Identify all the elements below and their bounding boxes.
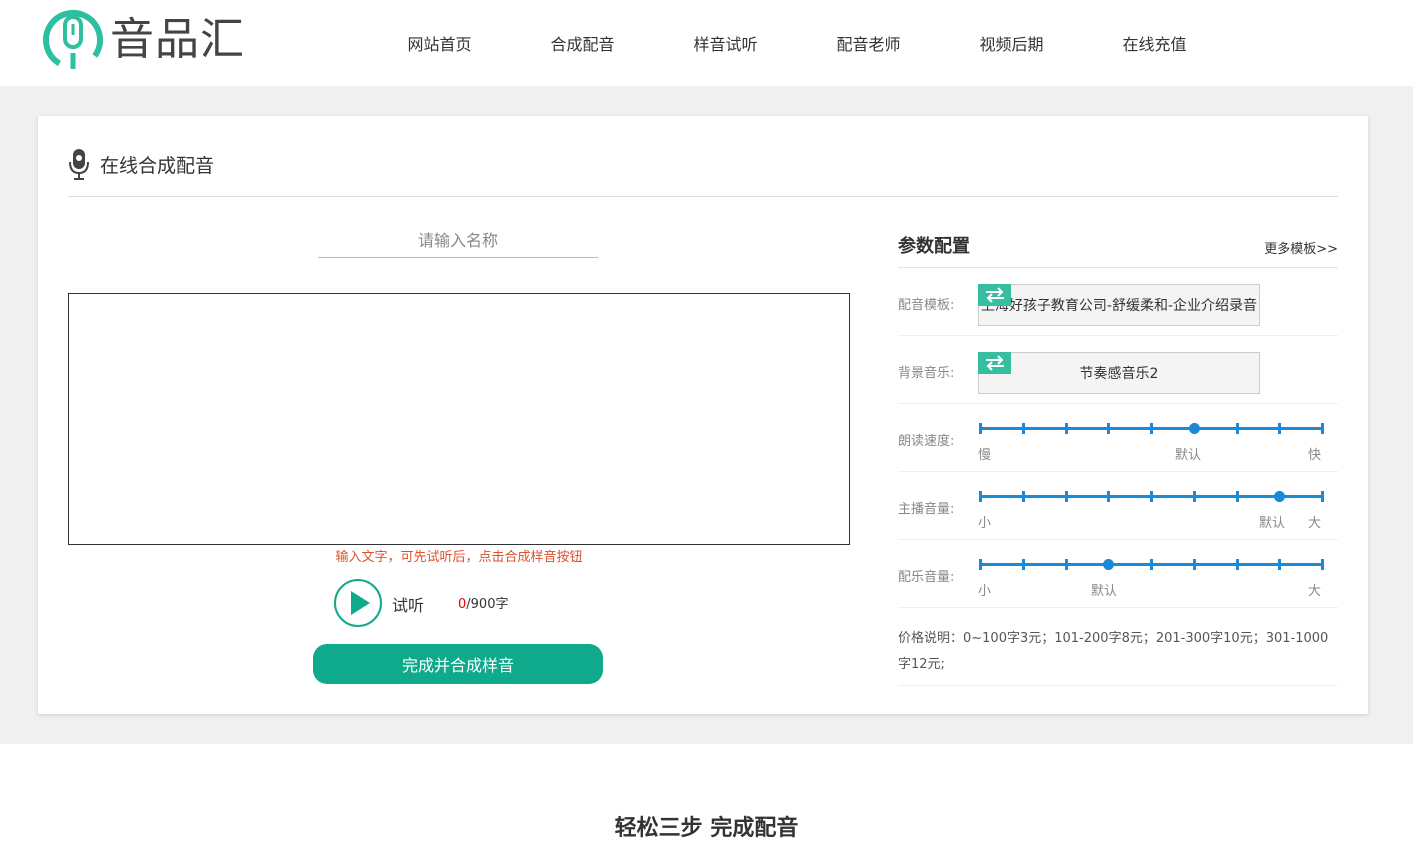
speed-slider[interactable] xyxy=(978,422,1324,436)
template-row: 配音模板: 上海好孩子教育公司-舒缓柔和-企业介绍录音 xyxy=(898,268,1338,336)
music-volume-slider[interactable] xyxy=(978,558,1324,572)
speed-label: 朗读速度: xyxy=(898,434,955,449)
bgm-label: 背景音乐: xyxy=(898,366,955,381)
nav-item-voice-actors[interactable]: 配音老师 xyxy=(797,0,940,86)
slider-tick xyxy=(979,559,982,570)
template-label: 配音模板: xyxy=(898,298,955,313)
nav-item-samples[interactable]: 样音试听 xyxy=(654,0,797,86)
name-input[interactable] xyxy=(318,224,598,258)
slider-tick xyxy=(1192,559,1196,570)
params-title: 参数配置 xyxy=(898,236,970,257)
steps-section-title: 轻松三步 完成配音 xyxy=(614,816,799,841)
params-panel: 参数配置 更多模板>> 配音模板: 上海好孩子教育公司-舒缓柔和-企业介绍录音 … xyxy=(898,226,1338,686)
slider-tick xyxy=(1107,491,1111,502)
swap-template-icon[interactable] xyxy=(978,284,1011,306)
nav-item-recharge[interactable]: 在线充值 xyxy=(1083,0,1226,86)
script-textarea[interactable] xyxy=(68,293,850,545)
music-volume-default-label: 默认 xyxy=(1091,584,1118,599)
card-divider xyxy=(68,196,1338,197)
slider-tick xyxy=(1235,559,1239,570)
host-volume-row: 主播音量: 小 默认 大 xyxy=(898,472,1338,540)
template-select[interactable]: 上海好孩子教育公司-舒缓柔和-企业介绍录音 xyxy=(978,284,1260,326)
slider-tick xyxy=(1064,559,1068,570)
bgm-select[interactable]: 节奏感音乐2 xyxy=(978,352,1260,394)
speed-default-label: 默认 xyxy=(1175,448,1202,463)
slider-tick xyxy=(979,423,982,434)
speed-row: 朗读速度: 慢 默认 快 xyxy=(898,404,1338,472)
slider-tick xyxy=(1235,491,1239,502)
bgm-row: 背景音乐: 节奏感音乐2 xyxy=(898,336,1338,404)
host-volume-default-label: 默认 xyxy=(1259,516,1286,531)
card-title: 在线合成配音 xyxy=(100,154,215,177)
synthesis-card: 在线合成配音 输入文字，可先试听后，点击合成样音按钮 试听 0/900字 完成并… xyxy=(38,116,1368,714)
slider-tick xyxy=(1235,423,1239,434)
brand-logo[interactable]: 音品汇 xyxy=(42,8,262,72)
host-volume-min-label: 小 xyxy=(978,516,992,531)
slider-tick xyxy=(1107,423,1111,434)
music-volume-label: 配乐音量: xyxy=(898,570,955,585)
char-limit: /900字 xyxy=(466,597,509,612)
nav-item-synthesize[interactable]: 合成配音 xyxy=(511,0,654,86)
brand-name: 音品汇 xyxy=(110,14,245,65)
slider-tick xyxy=(1064,423,1068,434)
play-preview-icon[interactable] xyxy=(333,578,383,628)
slider-tick xyxy=(1150,559,1153,570)
input-hint: 输入文字，可先试听后，点击合成样音按钮 xyxy=(335,550,583,565)
slider-tick xyxy=(1278,423,1282,434)
slider-tick xyxy=(1021,491,1025,502)
slider-tick xyxy=(1021,423,1025,434)
slider-tick xyxy=(1321,423,1324,434)
speed-min-label: 慢 xyxy=(978,448,992,463)
slider-knob[interactable] xyxy=(1274,491,1286,502)
slider-tick xyxy=(1321,559,1324,570)
nav-item-home[interactable]: 网站首页 xyxy=(368,0,511,86)
card-header: 在线合成配音 xyxy=(68,148,214,180)
nav-item-video-post[interactable]: 视频后期 xyxy=(940,0,1083,86)
slider-knob[interactable] xyxy=(1103,559,1115,570)
host-volume-max-label: 大 xyxy=(1308,516,1322,531)
slider-tick xyxy=(1278,559,1282,570)
slider-tick xyxy=(1150,423,1153,434)
slider-knob[interactable] xyxy=(1188,423,1200,434)
microphone-icon xyxy=(69,149,89,180)
slider-tick xyxy=(1064,491,1068,502)
char-counter: 0/900字 xyxy=(458,593,508,612)
slider-tick xyxy=(1192,491,1196,502)
microphone-logo-icon xyxy=(43,10,103,70)
price-note: 价格说明：0~100字3元；101-200字8元；201-300字10元；301… xyxy=(898,608,1338,686)
music-volume-max-label: 大 xyxy=(1308,584,1322,599)
listen-label[interactable]: 试听 xyxy=(392,592,424,616)
host-volume-label: 主播音量: xyxy=(898,502,955,517)
site-header: 音品汇 网站首页 合成配音 样音试听 配音老师 视频后期 在线充值 xyxy=(0,0,1413,86)
slider-tick xyxy=(1321,491,1324,502)
speed-max-label: 快 xyxy=(1308,448,1322,463)
main-nav: 网站首页 合成配音 样音试听 配音老师 视频后期 在线充值 xyxy=(368,0,1226,86)
music-volume-min-label: 小 xyxy=(978,584,992,599)
slider-tick xyxy=(979,491,982,502)
host-volume-slider[interactable] xyxy=(978,490,1324,504)
slider-tick xyxy=(1021,559,1025,570)
music-volume-row: 配乐音量: 小 默认 大 xyxy=(898,540,1338,608)
slider-tick xyxy=(1150,491,1153,502)
params-header: 参数配置 更多模板>> xyxy=(898,226,1338,268)
more-templates-link[interactable]: 更多模板>> xyxy=(1264,238,1338,257)
submit-synthesis-button[interactable]: 完成并合成样音 xyxy=(313,644,603,684)
swap-bgm-icon[interactable] xyxy=(978,352,1011,374)
